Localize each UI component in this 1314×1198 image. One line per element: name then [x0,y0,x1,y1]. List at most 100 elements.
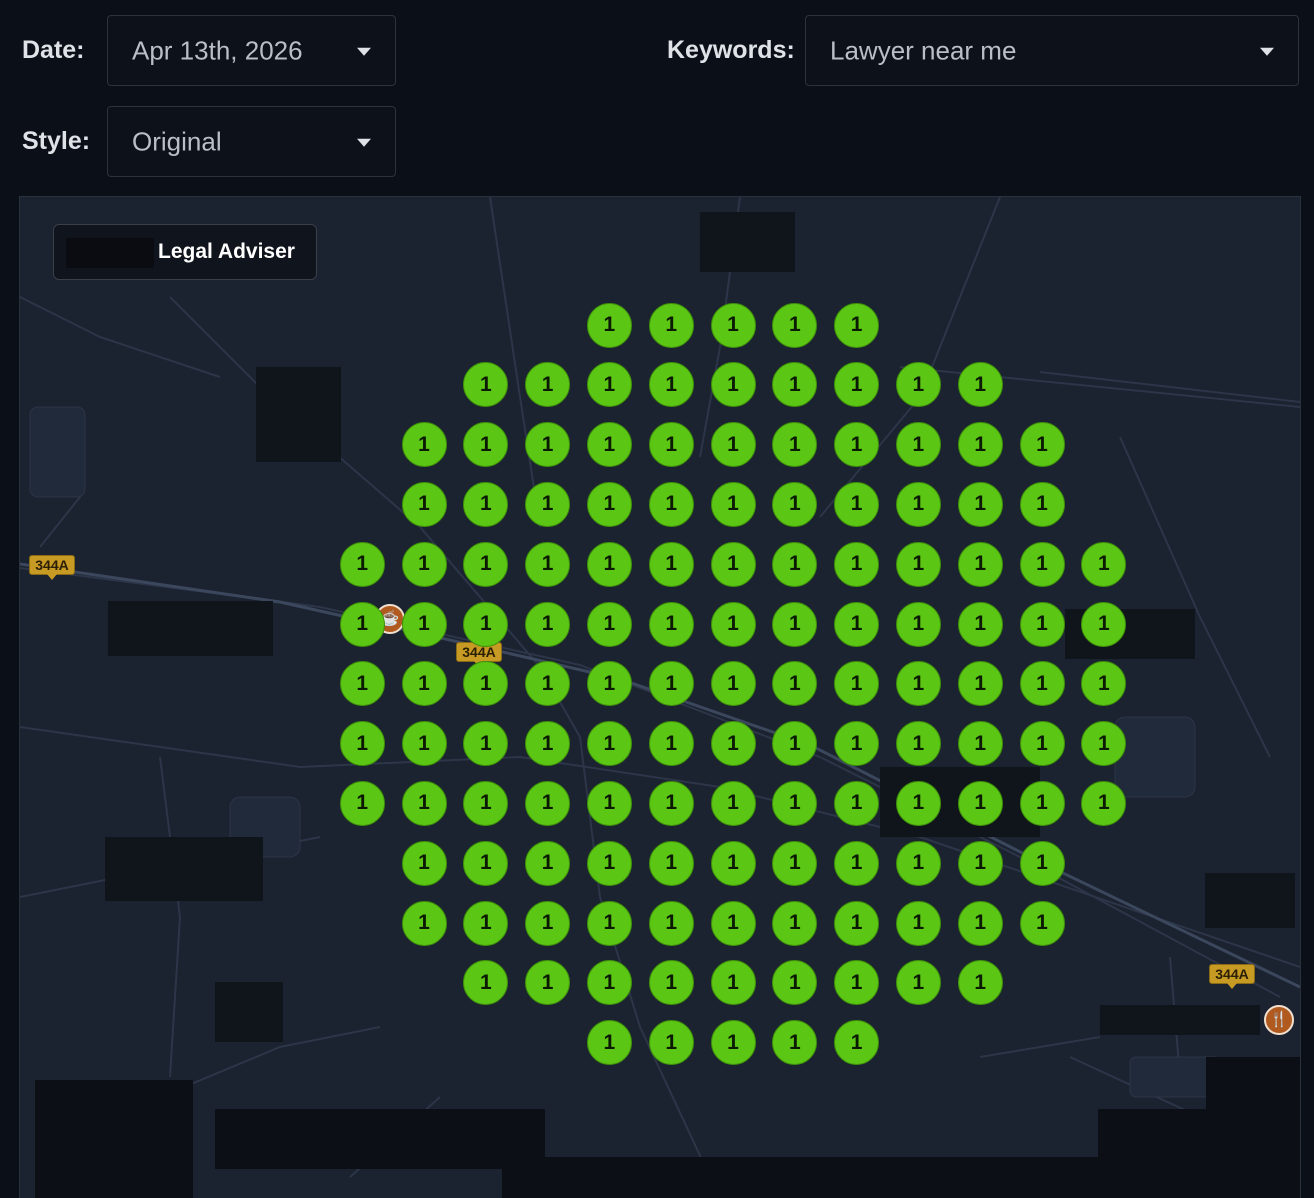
rank-pin[interactable]: 1 [895,541,941,587]
rank-pin[interactable]: 1 [772,601,818,647]
rank-pin[interactable]: 1 [1019,721,1065,767]
rank-pin[interactable]: 1 [834,481,880,527]
rank-pin[interactable]: 1 [895,481,941,527]
rank-pin[interactable]: 1 [895,721,941,767]
rank-pin[interactable]: 1 [895,840,941,886]
rank-pin[interactable]: 1 [895,422,941,468]
rank-pin[interactable]: 1 [1081,541,1127,587]
rank-pin[interactable]: 1 [525,422,571,468]
rank-pin[interactable]: 1 [957,900,1003,946]
rank-pin[interactable]: 1 [586,900,632,946]
rank-pin[interactable]: 1 [772,302,818,348]
rank-pin[interactable]: 1 [339,661,385,707]
rank-pin[interactable]: 1 [586,362,632,408]
date-dropdown[interactable]: Apr 13th, 2026 [107,15,396,86]
rank-pin[interactable]: 1 [401,840,447,886]
rank-pin[interactable]: 1 [772,900,818,946]
rank-pin[interactable]: 1 [834,422,880,468]
rank-pin[interactable]: 1 [648,601,694,647]
rank-pin[interactable]: 1 [895,900,941,946]
rank-pin[interactable]: 1 [648,302,694,348]
keywords-dropdown[interactable]: Lawyer near me [805,15,1299,86]
rank-pin[interactable]: 1 [957,481,1003,527]
rank-pin[interactable]: 1 [1019,481,1065,527]
rank-pin[interactable]: 1 [710,541,756,587]
rank-pin[interactable]: 1 [957,541,1003,587]
rank-pin[interactable]: 1 [710,721,756,767]
rank-pin[interactable]: 1 [895,661,941,707]
rank-pin[interactable]: 1 [339,601,385,647]
rank-pin[interactable]: 1 [834,302,880,348]
rank-pin[interactable]: 1 [648,481,694,527]
map-view[interactable]: Legal Adviser 344A 344A 344A ☕ 🍴 1111111… [19,196,1301,1198]
rank-pin[interactable]: 1 [957,422,1003,468]
rank-pin[interactable]: 1 [586,780,632,826]
rank-pin[interactable]: 1 [834,541,880,587]
rank-pin[interactable]: 1 [1019,541,1065,587]
rank-pin[interactable]: 1 [710,1020,756,1066]
rank-pin[interactable]: 1 [586,721,632,767]
rank-pin[interactable]: 1 [834,721,880,767]
rank-pin[interactable]: 1 [648,900,694,946]
rank-pin[interactable]: 1 [772,840,818,886]
rank-pin[interactable]: 1 [463,541,509,587]
rank-pin[interactable]: 1 [525,840,571,886]
rank-pin[interactable]: 1 [1019,900,1065,946]
rank-pin[interactable]: 1 [648,840,694,886]
rank-pin[interactable]: 1 [648,541,694,587]
rank-pin[interactable]: 1 [648,422,694,468]
rank-pin[interactable]: 1 [463,900,509,946]
rank-pin[interactable]: 1 [1019,422,1065,468]
rank-pin[interactable]: 1 [710,840,756,886]
rank-pin[interactable]: 1 [401,541,447,587]
rank-pin[interactable]: 1 [772,541,818,587]
rank-pin[interactable]: 1 [339,721,385,767]
rank-pin[interactable]: 1 [586,541,632,587]
rank-pin[interactable]: 1 [1019,840,1065,886]
rank-pin[interactable]: 1 [772,481,818,527]
rank-pin[interactable]: 1 [648,780,694,826]
rank-pin[interactable]: 1 [525,900,571,946]
rank-pin[interactable]: 1 [1019,661,1065,707]
rank-pin[interactable]: 1 [957,661,1003,707]
rank-pin[interactable]: 1 [895,780,941,826]
rank-pin[interactable]: 1 [895,601,941,647]
rank-pin[interactable]: 1 [401,780,447,826]
rank-pin[interactable]: 1 [401,481,447,527]
rank-pin[interactable]: 1 [710,960,756,1006]
restaurant-icon[interactable]: 🍴 [1264,1005,1294,1035]
rank-pin[interactable]: 1 [648,362,694,408]
rank-pin[interactable]: 1 [339,541,385,587]
rank-pin[interactable]: 1 [525,481,571,527]
rank-pin[interactable]: 1 [895,960,941,1006]
rank-pin[interactable]: 1 [957,362,1003,408]
rank-pin[interactable]: 1 [1019,601,1065,647]
rank-pin[interactable]: 1 [957,601,1003,647]
rank-pin[interactable]: 1 [1019,780,1065,826]
rank-pin[interactable]: 1 [1081,601,1127,647]
rank-pin[interactable]: 1 [339,780,385,826]
rank-pin[interactable]: 1 [710,302,756,348]
rank-pin[interactable]: 1 [710,900,756,946]
rank-pin[interactable]: 1 [586,840,632,886]
rank-pin[interactable]: 1 [401,601,447,647]
rank-pin[interactable]: 1 [957,840,1003,886]
rank-pin[interactable]: 1 [772,780,818,826]
rank-pin[interactable]: 1 [525,721,571,767]
rank-pin[interactable]: 1 [401,661,447,707]
rank-pin[interactable]: 1 [957,780,1003,826]
rank-pin[interactable]: 1 [648,721,694,767]
rank-pin[interactable]: 1 [648,960,694,1006]
rank-pin[interactable]: 1 [834,601,880,647]
rank-pin[interactable]: 1 [525,780,571,826]
rank-pin[interactable]: 1 [957,721,1003,767]
rank-pin[interactable]: 1 [648,1020,694,1066]
rank-pin[interactable]: 1 [834,1020,880,1066]
rank-pin[interactable]: 1 [586,422,632,468]
rank-pin[interactable]: 1 [586,601,632,647]
rank-pin[interactable]: 1 [463,601,509,647]
rank-pin[interactable]: 1 [710,661,756,707]
rank-pin[interactable]: 1 [463,481,509,527]
rank-pin[interactable]: 1 [834,900,880,946]
rank-pin[interactable]: 1 [525,541,571,587]
